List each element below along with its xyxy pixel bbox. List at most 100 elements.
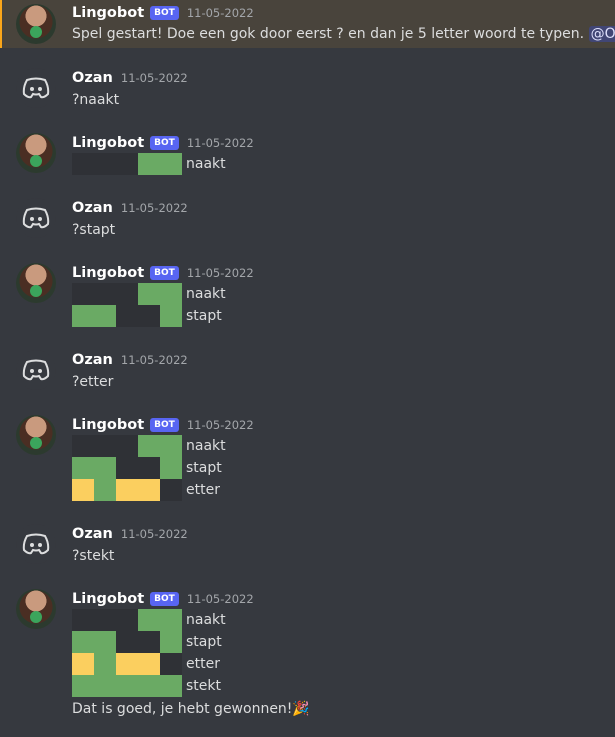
tile-correct (94, 457, 116, 479)
author-name[interactable]: Ozan (72, 70, 113, 86)
tile-correct (94, 631, 116, 653)
tile-absent (116, 283, 138, 305)
message-text: ?etter (72, 374, 114, 390)
guess-word: stapt (186, 308, 222, 324)
timestamp: 11-05-2022 (186, 6, 254, 20)
tile-correct (160, 609, 182, 631)
guess-row: naakt (72, 153, 226, 175)
guess-word: etter (186, 482, 220, 498)
guess-row: naakt (72, 283, 226, 305)
tile-correct (138, 675, 160, 697)
guess-row: etter (72, 653, 226, 675)
tile-absent (138, 305, 160, 327)
tile-present (72, 653, 94, 675)
tile-correct (160, 435, 182, 457)
tile-absent (72, 153, 94, 175)
lingobot-avatar[interactable] (16, 589, 56, 629)
message-3: Lingobot BOT 11-05-2022 naakt (0, 131, 615, 181)
tile-absent (94, 609, 116, 631)
word-grid: naakt stapt (72, 283, 226, 327)
author-name[interactable]: Ozan (72, 526, 113, 542)
tile-absent (138, 457, 160, 479)
message-4: Ozan 11-05-2022 ?stapt (0, 196, 615, 244)
tile-present (138, 653, 160, 675)
word-grid: naakt stapt etter (72, 435, 226, 501)
author-name[interactable]: Lingobot (72, 417, 144, 433)
guess-word: naakt (186, 286, 226, 302)
bot-badge: BOT (150, 6, 179, 20)
tile-correct (94, 479, 116, 501)
guess-row: stapt (72, 631, 226, 653)
message-text: ?stapt (72, 222, 116, 238)
lingobot-avatar[interactable] (16, 415, 56, 455)
tile-absent (116, 457, 138, 479)
party-popper-icon: 🎉 (292, 701, 310, 717)
lingobot-avatar[interactable] (16, 4, 56, 44)
tile-correct (138, 609, 160, 631)
bot-badge: BOT (150, 418, 179, 432)
tile-correct (72, 675, 94, 697)
tile-absent (116, 609, 138, 631)
tile-absent (94, 435, 116, 457)
tile-absent (116, 305, 138, 327)
author-name[interactable]: Lingobot (72, 265, 144, 281)
guess-row: etter (72, 479, 226, 501)
message-1: Lingobot BOT 11-05-2022 Spel gestart! Do… (0, 0, 615, 48)
author-name[interactable]: Ozan (72, 200, 113, 216)
lingobot-avatar[interactable] (16, 263, 56, 303)
message-text: Dat is goed, je hebt gewonnen!🎉 (72, 701, 310, 717)
tile-correct (72, 305, 94, 327)
timestamp: 11-05-2022 (120, 71, 188, 85)
tile-present (138, 479, 160, 501)
discord-logo-icon[interactable] (16, 68, 56, 108)
discord-logo-icon[interactable] (16, 350, 56, 390)
tile-correct (94, 305, 116, 327)
guess-word: stekt (186, 678, 221, 694)
tile-absent (160, 653, 182, 675)
guess-word: naakt (186, 156, 226, 172)
tile-correct (94, 675, 116, 697)
timestamp: 11-05-2022 (120, 201, 188, 215)
author-name[interactable]: Lingobot (72, 591, 144, 607)
tile-correct (160, 675, 182, 697)
tile-absent (160, 479, 182, 501)
tile-correct (138, 153, 160, 175)
guess-row: stapt (72, 305, 226, 327)
message-text: Spel gestart! Doe een gok door eerst ? e… (72, 23, 615, 45)
author-name[interactable]: Lingobot (72, 5, 144, 21)
discord-logo-icon[interactable] (16, 524, 56, 564)
message-2: Ozan 11-05-2022 ?naakt (0, 66, 615, 114)
author-name[interactable]: Ozan (72, 352, 113, 368)
bot-badge: BOT (150, 266, 179, 280)
message-8: Ozan 11-05-2022 ?stekt (0, 522, 615, 570)
timestamp: 11-05-2022 (186, 136, 254, 150)
guess-word: stapt (186, 460, 222, 476)
tile-correct (160, 305, 182, 327)
tile-present (116, 653, 138, 675)
tile-correct (160, 283, 182, 305)
tile-absent (72, 435, 94, 457)
tile-absent (116, 153, 138, 175)
tile-present (116, 479, 138, 501)
message-6: Ozan 11-05-2022 ?etter (0, 348, 615, 396)
user-mention[interactable]: @Ozan (588, 26, 615, 42)
guess-word: naakt (186, 438, 226, 454)
tile-absent (116, 631, 138, 653)
guess-word: naakt (186, 612, 226, 628)
tile-absent (94, 153, 116, 175)
discord-logo-icon[interactable] (16, 198, 56, 238)
bot-badge: BOT (150, 592, 179, 606)
tile-absent (138, 631, 160, 653)
timestamp: 11-05-2022 (186, 418, 254, 432)
tile-absent (72, 283, 94, 305)
guess-word: etter (186, 656, 220, 672)
author-name[interactable]: Lingobot (72, 135, 144, 151)
tile-absent (72, 609, 94, 631)
guess-word: stapt (186, 634, 222, 650)
timestamp: 11-05-2022 (186, 592, 254, 606)
message-text: ?stekt (72, 548, 115, 564)
lingobot-avatar[interactable] (16, 133, 56, 173)
message-9: Lingobot BOT 11-05-2022 naakt stapt ette… (0, 587, 615, 727)
tile-absent (94, 283, 116, 305)
guess-row: stapt (72, 457, 226, 479)
